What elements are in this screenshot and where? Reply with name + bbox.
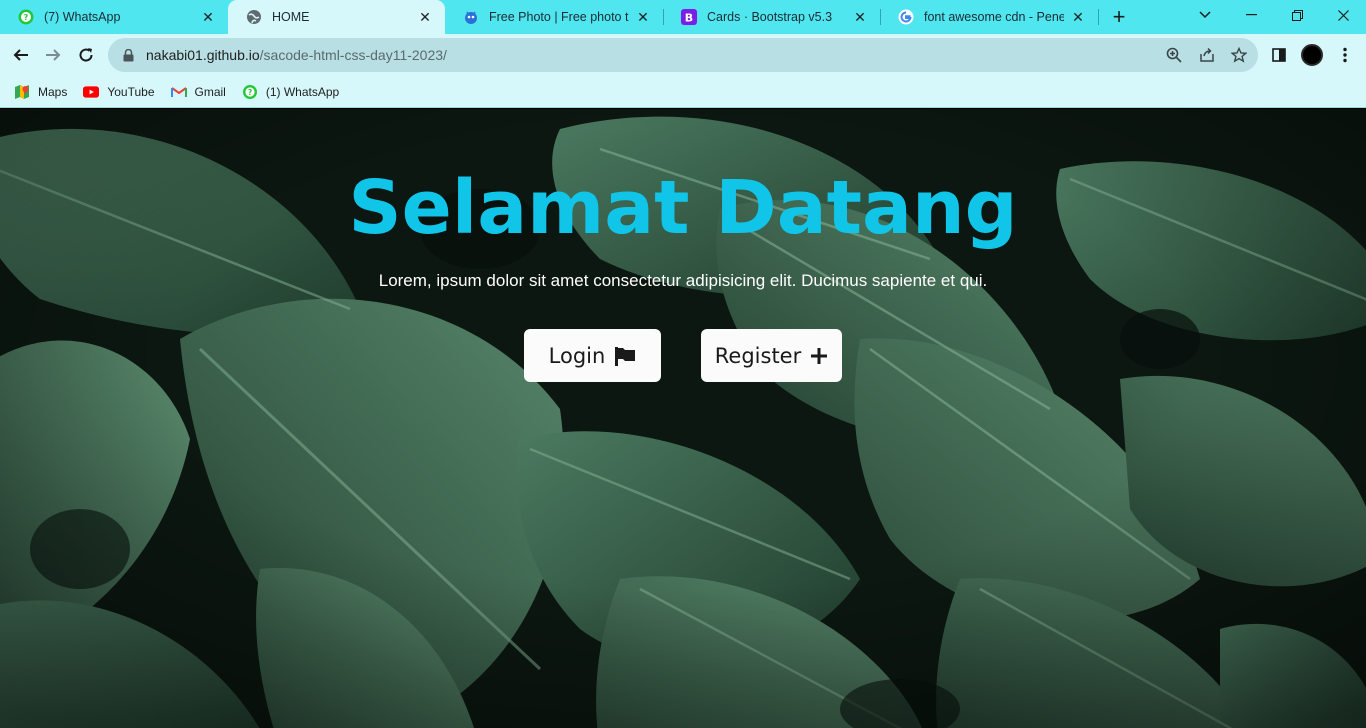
login-button-label: Login — [548, 343, 606, 368]
bookmark-youtube[interactable]: YouTube — [83, 84, 155, 100]
login-button[interactable]: Login — [524, 329, 661, 382]
tab-bootstrap[interactable]: B Cards · Bootstrap v5.3 ✕ — [663, 0, 880, 34]
bookmark-label: (1) WhatsApp — [265, 84, 340, 99]
svg-text:B: B — [685, 12, 693, 25]
bookmarks-bar: Maps YouTube Gmail ? (1) WhatsApp — [0, 76, 1366, 108]
tab-home[interactable]: HOME ✕ — [228, 0, 445, 34]
bookmark-label: Gmail — [194, 84, 226, 99]
tab-whatsapp[interactable]: ? (7) WhatsApp ✕ — [0, 0, 228, 34]
tab-strip: ? (7) WhatsApp ✕ HOME ✕ Free Photo | Fre… — [0, 0, 1366, 34]
share-icon[interactable] — [1197, 45, 1217, 65]
close-tab-icon[interactable]: ✕ — [417, 9, 433, 25]
maps-icon — [14, 84, 30, 100]
tab-freepik[interactable]: Free Photo | Free photo tropi ✕ — [445, 0, 663, 34]
zoom-icon[interactable] — [1164, 45, 1184, 65]
tab-title: Free Photo | Free photo tropi — [489, 10, 629, 24]
tab-google-search[interactable]: font awesome cdn - Penelusu ✕ — [880, 0, 1098, 34]
minimize-icon[interactable] — [1228, 0, 1274, 30]
bookmark-whatsapp[interactable]: ? (1) WhatsApp — [242, 84, 339, 100]
page-content: Selamat Datang Lorem, ipsum dolor sit am… — [0, 109, 1366, 728]
address-bar[interactable]: nakabi01.github.io/sacode-html-css-day11… — [108, 38, 1258, 72]
youtube-icon — [83, 84, 100, 100]
browser-toolbar: nakabi01.github.io/sacode-html-css-day11… — [0, 34, 1366, 76]
whatsapp-icon: ? — [18, 9, 34, 25]
bookmark-label: YouTube — [107, 84, 155, 99]
tab-separator — [1098, 9, 1099, 25]
star-bookmark-icon[interactable] — [1229, 45, 1249, 65]
plus-icon — [810, 347, 828, 365]
lock-icon[interactable] — [120, 47, 136, 63]
tab-title: Cards · Bootstrap v5.3 — [707, 10, 833, 24]
svg-text:?: ? — [248, 87, 252, 96]
flag-icon — [614, 346, 636, 366]
profile-avatar[interactable] — [1301, 44, 1323, 66]
close-window-icon[interactable] — [1320, 0, 1366, 30]
tab-search-chevron-icon[interactable] — [1182, 0, 1228, 30]
restore-icon[interactable] — [1274, 0, 1320, 30]
register-button[interactable]: Register — [701, 329, 842, 382]
side-panel-icon[interactable] — [1268, 44, 1290, 66]
url-text: nakabi01.github.io/sacode-html-css-day11… — [146, 47, 447, 63]
bookmark-maps[interactable]: Maps — [14, 84, 67, 100]
tab-title: HOME — [272, 10, 310, 24]
close-tab-icon[interactable]: ✕ — [635, 9, 651, 25]
bookmark-label: Maps — [38, 84, 68, 99]
menu-kebab-icon[interactable] — [1334, 44, 1356, 66]
hero-subtitle: Lorem, ipsum dolor sit amet consectetur … — [378, 271, 988, 290]
new-tab-button[interactable]: + — [1106, 4, 1132, 30]
freepik-icon — [463, 9, 479, 25]
bookmark-gmail[interactable]: Gmail — [170, 84, 226, 100]
whatsapp-icon: ? — [242, 84, 258, 100]
url-host: nakabi01.github.io — [146, 47, 260, 63]
tab-title: font awesome cdn - Penelusu — [924, 10, 1064, 24]
reload-icon[interactable] — [71, 40, 101, 70]
hero-title: Selamat Datang — [348, 165, 1018, 251]
close-tab-icon[interactable]: ✕ — [1070, 9, 1086, 25]
back-arrow-icon[interactable] — [6, 40, 36, 70]
close-tab-icon[interactable]: ✕ — [200, 9, 216, 25]
gmail-icon — [170, 84, 187, 100]
close-tab-icon[interactable]: ✕ — [852, 9, 868, 25]
tab-title: (7) WhatsApp — [44, 10, 121, 24]
svg-text:?: ? — [24, 13, 29, 22]
globe-icon — [246, 9, 262, 25]
register-button-label: Register — [714, 343, 802, 368]
forward-arrow-icon[interactable] — [38, 40, 68, 70]
avatar — [1301, 44, 1323, 66]
url-path: /sacode-html-css-day11-2023/ — [259, 47, 447, 63]
bootstrap-icon: B — [681, 9, 697, 25]
google-icon — [898, 9, 914, 25]
